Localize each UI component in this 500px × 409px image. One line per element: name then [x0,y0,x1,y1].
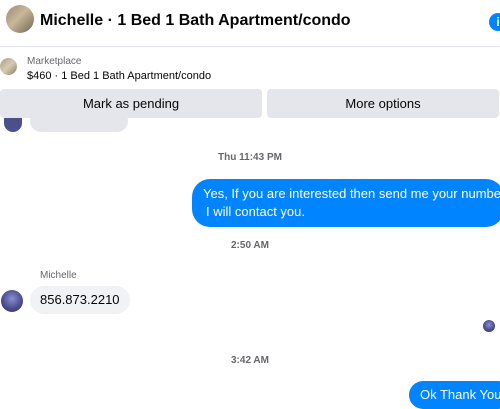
more-options-button[interactable]: More options [267,89,499,118]
listing-thumbnail [0,58,17,75]
outgoing-message-bubble[interactable]: Yes, If you are interested then send me … [192,179,500,227]
incoming-message-bubble[interactable]: 856.873.2210 [30,286,130,314]
conversation-header: Michelle · 1 Bed 1 Bath Apartment/condo … [0,0,500,47]
message-text: I will contact you. [206,204,305,219]
outgoing-message-bubble[interactable]: Ok Thank You [409,381,500,409]
marketplace-label: Marketplace [27,56,82,67]
listing-summary: $460 · 1 Bed 1 Bath Apartment/condo [27,70,212,82]
sender-avatar[interactable] [1,290,23,312]
message-text: Yes, If you are interested then send me … [203,186,500,201]
marketplace-listing-card[interactable]: Marketplace $460 · 1 Bed 1 Bath Apartmen… [0,47,500,87]
timestamp: 2:50 AM [231,240,269,251]
mark-as-pending-button[interactable]: Mark as pending [0,89,262,118]
listing-avatar[interactable] [6,5,34,33]
info-icon[interactable]: i [489,13,500,31]
conversation-title[interactable]: Michelle · 1 Bed 1 Bath Apartment/condo [40,12,351,30]
message-text: Ok Thank You [420,387,500,402]
read-receipt-avatar [483,320,495,332]
timestamp: 3:42 AM [231,355,269,366]
timestamp: Thu 11:43 PM [218,152,282,163]
conversation-header-area: Michelle · 1 Bed 1 Bath Apartment/condo … [0,0,500,122]
sender-name: Michelle [40,270,77,281]
message-text: 856.873.2210 [40,292,120,307]
